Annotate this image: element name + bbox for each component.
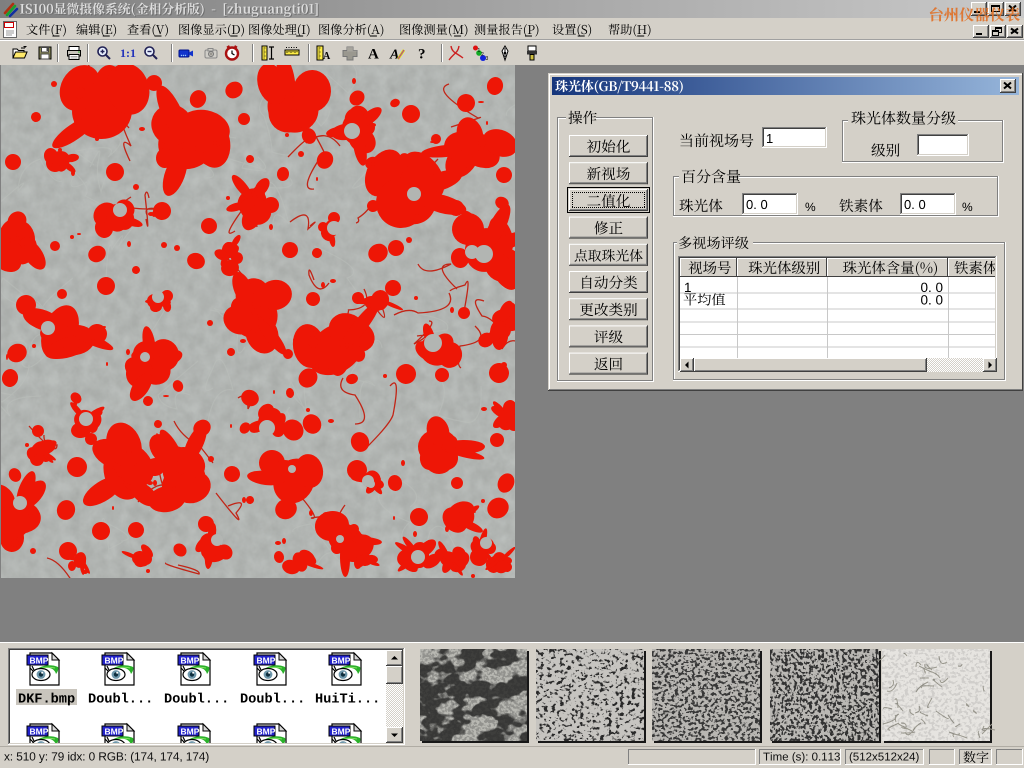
svg-text:BMP: BMP <box>181 727 200 737</box>
svg-text:BMP: BMP <box>332 656 351 666</box>
svg-text:1:1: 1:1 <box>120 46 136 60</box>
svg-text:A: A <box>368 47 379 63</box>
svg-text:3: 3 <box>486 56 489 62</box>
svg-text:BMP: BMP <box>30 656 49 666</box>
svg-text:BMP: BMP <box>105 656 124 666</box>
svg-text:BMP: BMP <box>257 656 276 666</box>
svg-text:BMP: BMP <box>30 727 49 737</box>
svg-text:2: 2 <box>481 52 484 58</box>
svg-text:A: A <box>389 48 399 63</box>
svg-text:BMP: BMP <box>105 727 124 737</box>
svg-text:BMP: BMP <box>332 727 351 737</box>
svg-text:BMP: BMP <box>181 656 200 666</box>
svg-text:A: A <box>323 51 331 62</box>
svg-text:?: ? <box>418 47 426 63</box>
svg-text:BMP: BMP <box>257 727 276 737</box>
